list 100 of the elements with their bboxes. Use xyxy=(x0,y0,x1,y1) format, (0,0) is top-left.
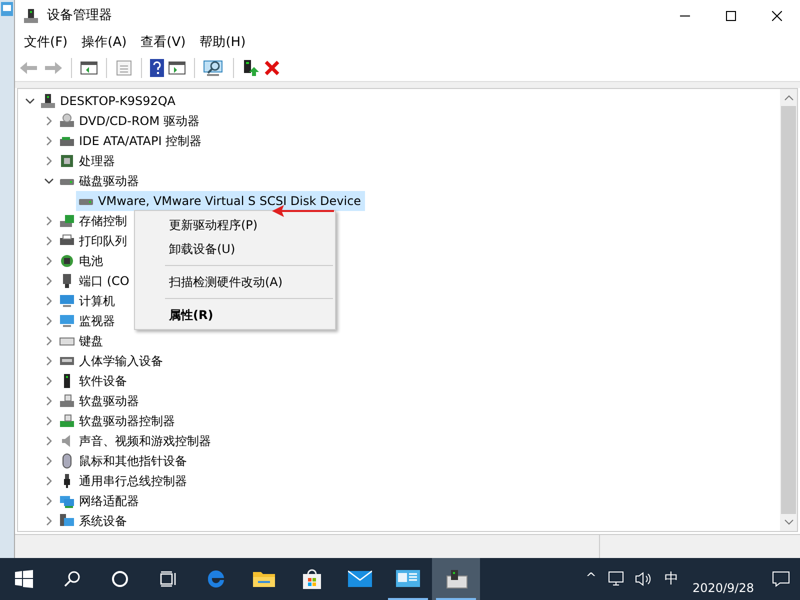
close-icon xyxy=(772,11,782,21)
tree-item-label: 网络适配器 xyxy=(79,493,139,510)
scrollbar[interactable] xyxy=(780,89,797,531)
expand-chevron-icon[interactable] xyxy=(44,476,54,486)
tree-item[interactable]: DESKTOP-K9S92QA xyxy=(38,91,180,111)
tree-item[interactable]: 软盘驱动器控制器 xyxy=(57,411,179,431)
menu-item[interactable]: 帮助(H) xyxy=(194,33,252,53)
tree-item[interactable]: 磁盘驱动器 xyxy=(57,171,143,191)
tree-item-label: 端口 (CO xyxy=(79,273,130,290)
tree-item[interactable]: 处理器 xyxy=(57,151,119,171)
expand-chevron-icon[interactable] xyxy=(44,116,54,126)
menu-item[interactable]: 文件(F) xyxy=(18,33,74,53)
tree-item-label: IDE ATA/ATAPI 控制器 xyxy=(79,133,202,150)
device-up-arrow-icon[interactable] xyxy=(242,58,260,76)
tree-item-label: DVD/CD-ROM 驱动器 xyxy=(79,113,200,130)
expand-chevron-icon[interactable] xyxy=(44,216,54,226)
computer-root-icon xyxy=(23,8,39,24)
network-icon[interactable] xyxy=(607,571,626,587)
expand-chevron-icon[interactable] xyxy=(44,456,54,466)
expand-chevron-icon[interactable] xyxy=(44,296,54,306)
circle-icon xyxy=(111,570,129,588)
tree-item[interactable]: IDE ATA/ATAPI 控制器 xyxy=(57,131,206,151)
tree-item[interactable]: VMware, VMware Virtual S SCSI Disk Device xyxy=(76,191,366,211)
arrow-annotation xyxy=(272,205,334,217)
cross-icon[interactable] xyxy=(264,60,280,76)
tree-item[interactable]: 电池 xyxy=(57,251,107,271)
floppy-drive-icon xyxy=(59,393,75,409)
network-icon xyxy=(59,493,75,509)
tree-item[interactable]: 监视器 xyxy=(57,311,119,331)
expand-chevron-icon[interactable] xyxy=(44,356,54,366)
volume-icon[interactable] xyxy=(635,571,654,587)
expand-chevron-icon[interactable] xyxy=(44,136,54,146)
tree-item[interactable]: 通用串行总线控制器 xyxy=(57,471,191,491)
collapse-chevron-icon[interactable] xyxy=(25,96,35,106)
menu-item[interactable]: 操作(A) xyxy=(76,33,133,53)
desktop-shortcut-icon[interactable] xyxy=(1,2,13,16)
tree-item-label: 监视器 xyxy=(79,313,115,330)
expand-chevron-icon[interactable] xyxy=(44,436,54,446)
pane-layout-icon[interactable] xyxy=(168,60,186,76)
taskbar-button[interactable] xyxy=(432,558,480,600)
search-icon xyxy=(63,570,81,588)
expand-chevron-icon[interactable] xyxy=(44,496,54,506)
tree-item[interactable]: 软盘驱动器 xyxy=(57,391,143,411)
windows-logo-icon xyxy=(15,570,33,588)
input-method-indicator[interactable]: 中 xyxy=(658,568,684,590)
expand-chevron-icon[interactable] xyxy=(44,256,54,266)
battery-icon xyxy=(59,253,75,269)
tree-item[interactable]: 键盘 xyxy=(57,331,107,351)
tree-item[interactable]: DVD/CD-ROM 驱动器 xyxy=(57,111,204,131)
processor-chip-icon xyxy=(59,153,75,169)
tray-chevron[interactable]: ^ xyxy=(580,569,602,589)
clock-date[interactable]: 2020/9/28 xyxy=(684,579,762,597)
expand-chevron-icon[interactable] xyxy=(44,516,54,526)
context-menu-item[interactable]: 卸载设备(U) xyxy=(135,237,335,261)
tree-item[interactable]: 系统设备 xyxy=(57,511,131,531)
folder-icon xyxy=(252,569,276,589)
tree-item[interactable]: 计算机 xyxy=(57,291,119,311)
tree-item-label: 鼠标和其他指针设备 xyxy=(79,453,187,470)
tree-item[interactable]: 网络适配器 xyxy=(57,491,143,511)
tree-item-label: 人体学输入设备 xyxy=(79,353,163,370)
tree-item[interactable]: 打印队列 xyxy=(57,231,131,251)
monitor-magnifier-icon[interactable] xyxy=(203,58,225,76)
tree-item-label: 声音、视频和游戏控制器 xyxy=(79,433,211,450)
context-menu-item[interactable]: 扫描检测硬件改动(A) xyxy=(135,270,335,294)
context-menu-item[interactable]: 更新驱动程序(P) xyxy=(135,213,335,237)
tree-item-label: 键盘 xyxy=(79,333,103,350)
tree-item-label: 打印队列 xyxy=(79,233,127,250)
window-title: 设备管理器 xyxy=(47,7,113,26)
expand-chevron-icon[interactable] xyxy=(44,376,54,386)
pane-layout-icon[interactable] xyxy=(80,60,98,76)
monitor-icon xyxy=(59,313,75,329)
expand-chevron-icon[interactable] xyxy=(44,156,54,166)
tree-item[interactable]: 端口 (CO xyxy=(57,271,134,291)
expand-chevron-icon[interactable] xyxy=(44,416,54,426)
context-menu-item[interactable]: 属性(R) xyxy=(135,303,335,327)
expand-chevron-icon[interactable] xyxy=(44,236,54,246)
help-icon[interactable] xyxy=(150,58,164,76)
tree-item-label: 软盘驱动器控制器 xyxy=(79,413,175,430)
expand-chevron-icon[interactable] xyxy=(44,336,54,346)
tree-item[interactable]: 鼠标和其他指针设备 xyxy=(57,451,191,471)
expand-chevron-icon[interactable] xyxy=(44,396,54,406)
tree-item-label: 电池 xyxy=(79,253,103,270)
tree-item[interactable]: 软件设备 xyxy=(57,371,131,391)
dvd-drive-icon xyxy=(59,113,75,129)
expand-chevron-icon[interactable] xyxy=(44,276,54,286)
tree-item-label: 计算机 xyxy=(79,293,115,310)
computer-root-icon xyxy=(40,93,56,109)
tree-item-label: 磁盘驱动器 xyxy=(79,173,139,190)
expand-chevron-icon[interactable] xyxy=(44,316,54,326)
scroll-thumb[interactable] xyxy=(781,106,796,514)
tree-item-label: 通用串行总线控制器 xyxy=(79,473,187,490)
menu-item[interactable]: 查看(V) xyxy=(134,33,192,53)
tree-item[interactable]: 人体学输入设备 xyxy=(57,351,167,371)
collapse-chevron-icon[interactable] xyxy=(44,176,54,186)
notification-icon[interactable] xyxy=(772,571,790,587)
tree-item-label: DESKTOP-K9S92QA xyxy=(60,93,176,110)
tree-item-label: 存储控制 xyxy=(79,213,127,230)
tree-item[interactable]: 声音、视频和游戏控制器 xyxy=(57,431,215,451)
tree-item-label: 处理器 xyxy=(79,153,115,170)
tree-item[interactable]: 存储控制 xyxy=(57,211,131,231)
